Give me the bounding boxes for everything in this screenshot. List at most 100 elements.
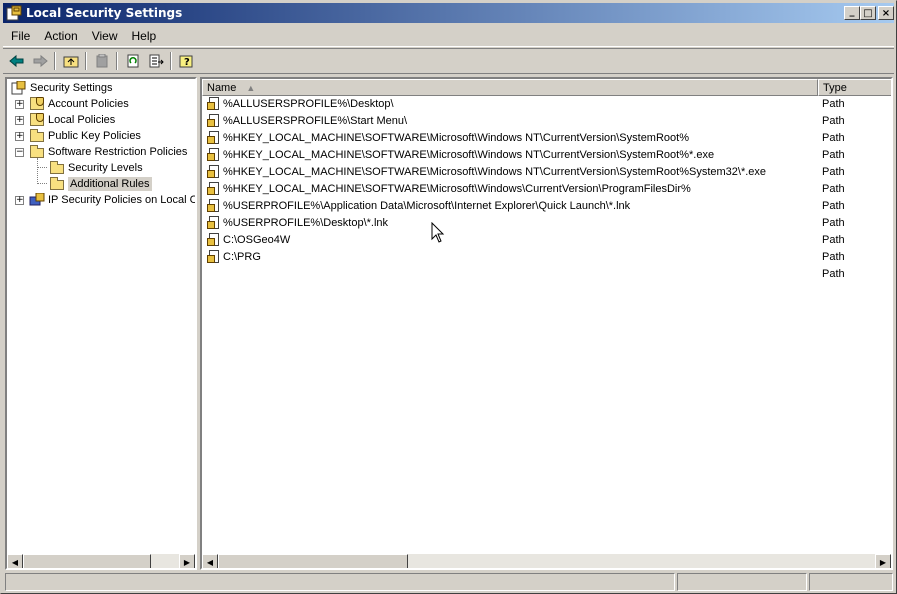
expand-ip-security-policies-icon[interactable]: + bbox=[15, 196, 24, 205]
table-row[interactable]: %ALLUSERSPROFILE%\Start Menu\ Path bbox=[202, 113, 891, 130]
column-header-type[interactable]: Type bbox=[818, 79, 891, 96]
rule-type: Path bbox=[822, 200, 845, 212]
up-folder-icon[interactable] bbox=[59, 50, 82, 72]
title-bar[interactable]: Local Security Settings _ □ × bbox=[3, 3, 894, 23]
tree-item-public-key-policies[interactable]: Public Key Policies bbox=[29, 128, 141, 144]
back-arrow-icon[interactable] bbox=[5, 50, 28, 72]
collapse-software-restriction-policies-icon[interactable]: − bbox=[15, 148, 24, 157]
tree-item-software-restriction-policies[interactable]: Software Restriction Policies bbox=[29, 144, 187, 160]
table-row[interactable]: %HKEY_LOCAL_MACHINE\SOFTWARE\Microsoft\W… bbox=[202, 181, 891, 198]
path-rule-icon bbox=[207, 97, 220, 112]
rule-type: Path bbox=[822, 115, 845, 127]
tree-item-security-levels[interactable]: Security Levels bbox=[49, 160, 143, 176]
toolbar-separator bbox=[116, 52, 118, 70]
rule-type: Path bbox=[822, 183, 845, 195]
tree-connector-line bbox=[37, 167, 47, 168]
rule-type: Path bbox=[822, 217, 845, 229]
tree-connector-line bbox=[37, 183, 47, 184]
tree-label: Security Levels bbox=[68, 162, 143, 174]
column-header-name[interactable]: Name ▲ bbox=[202, 79, 818, 96]
mouse-pointer-icon bbox=[431, 222, 445, 243]
rule-name: %ALLUSERSPROFILE%\Desktop\ bbox=[223, 98, 394, 110]
rule-type: Path bbox=[822, 268, 845, 280]
rule-name: %USERPROFILE%\Desktop\*.lnk bbox=[223, 217, 389, 229]
status-panel-2 bbox=[677, 573, 807, 591]
path-rule-icon bbox=[207, 114, 220, 129]
rule-name: %ALLUSERSPROFILE%\Start Menu\ bbox=[223, 115, 408, 127]
status-panel-main bbox=[5, 573, 675, 591]
refresh-icon[interactable] bbox=[121, 50, 144, 72]
tree-label: Additional Rules bbox=[68, 177, 152, 191]
table-row[interactable]: %HKEY_LOCAL_MACHINE\SOFTWARE\Microsoft\W… bbox=[202, 130, 891, 147]
tree-item-local-policies[interactable]: Local Policies bbox=[29, 112, 115, 128]
svg-text:?: ? bbox=[184, 57, 190, 68]
help-icon[interactable]: ? bbox=[175, 50, 198, 72]
table-row[interactable]: %HKEY_LOCAL_MACHINE\SOFTWARE\Microsoft\W… bbox=[202, 147, 891, 164]
tree-root-security-settings[interactable]: Security Settings bbox=[11, 80, 113, 96]
scroll-right-icon[interactable]: ▶ bbox=[875, 554, 891, 568]
menu-action[interactable]: Action bbox=[38, 29, 83, 43]
rule-type: Path bbox=[822, 149, 845, 161]
export-list-icon[interactable] bbox=[144, 50, 167, 72]
forward-arrow-icon[interactable] bbox=[28, 50, 51, 72]
expand-local-policies-icon[interactable]: + bbox=[15, 116, 24, 125]
tree-label: Public Key Policies bbox=[48, 130, 141, 142]
toolbar: ? bbox=[3, 48, 894, 74]
window-title: Local Security Settings bbox=[26, 6, 183, 20]
rule-name: %HKEY_LOCAL_MACHINE\SOFTWARE\Microsoft\W… bbox=[223, 132, 689, 144]
list-scroll-thumb[interactable] bbox=[218, 554, 408, 568]
folder-open-icon bbox=[49, 177, 65, 191]
security-settings-icon bbox=[11, 80, 27, 95]
scroll-left-icon[interactable]: ◀ bbox=[7, 554, 23, 568]
expand-public-key-policies-icon[interactable]: + bbox=[15, 132, 24, 141]
menu-bar: File Action View Help bbox=[3, 25, 894, 47]
rule-name: C:\OSGeo4W bbox=[223, 234, 291, 246]
menu-file[interactable]: File bbox=[5, 29, 36, 43]
list-horizontal-scrollbar[interactable]: ◀ ▶ bbox=[202, 554, 891, 568]
minimize-button[interactable]: _ bbox=[844, 6, 860, 20]
table-row[interactable]: %ALLUSERSPROFILE%\Desktop\ Path bbox=[202, 96, 891, 113]
security-settings-app-icon bbox=[6, 5, 22, 21]
table-row[interactable]: C:\PRG Path bbox=[202, 249, 891, 266]
scroll-right-icon[interactable]: ▶ bbox=[179, 554, 195, 568]
status-bar bbox=[3, 573, 894, 592]
tree-scroll-thumb[interactable] bbox=[23, 554, 151, 568]
rule-type: Path bbox=[822, 132, 845, 144]
table-row[interactable]: C:\OSGeo4W Path bbox=[202, 232, 891, 249]
console-tree[interactable]: Security Settings + Account Policies + L… bbox=[5, 77, 197, 570]
tree-connector-line bbox=[37, 158, 38, 184]
maximize-button[interactable]: □ bbox=[860, 6, 876, 20]
close-button[interactable]: × bbox=[878, 6, 894, 20]
toolbar-separator bbox=[170, 52, 172, 70]
tree-label: IP Security Policies on Local Co bbox=[48, 194, 197, 206]
application-window: Local Security Settings _ □ × File Actio… bbox=[0, 0, 897, 594]
network-policy-icon bbox=[29, 192, 45, 207]
scroll-left-icon[interactable]: ◀ bbox=[202, 554, 218, 568]
tree-label: Software Restriction Policies bbox=[48, 146, 188, 158]
toolbar-separator bbox=[54, 52, 56, 70]
folder-open-icon bbox=[29, 145, 45, 159]
table-row[interactable]: %USERPROFILE%\Application Data\Microsoft… bbox=[202, 198, 891, 215]
path-rule-icon bbox=[207, 233, 220, 248]
table-row[interactable]: %HKEY_LOCAL_MACHINE\SOFTWARE\Microsoft\W… bbox=[202, 164, 891, 181]
tree-horizontal-scrollbar[interactable]: ◀ ▶ bbox=[7, 554, 195, 568]
table-row[interactable]: %USERPROFILE%\Desktop\*.lnk Path bbox=[202, 215, 891, 232]
menu-view[interactable]: View bbox=[86, 29, 124, 43]
delete-icon[interactable] bbox=[90, 50, 113, 72]
tree-item-additional-rules[interactable]: Additional Rules bbox=[49, 176, 152, 192]
menu-help[interactable]: Help bbox=[126, 29, 163, 43]
folder-shield-icon bbox=[29, 97, 45, 111]
table-row[interactable]: Path bbox=[202, 266, 891, 283]
folder-icon bbox=[29, 129, 45, 143]
toolbar-separator bbox=[85, 52, 87, 70]
path-rule-icon bbox=[207, 131, 220, 146]
rule-name: C:\PRG bbox=[223, 251, 261, 263]
rule-type: Path bbox=[822, 98, 845, 110]
maximize-icon: □ bbox=[863, 7, 873, 19]
tree-item-ip-security-policies[interactable]: IP Security Policies on Local Co bbox=[29, 192, 197, 208]
expand-account-policies-icon[interactable]: + bbox=[15, 100, 24, 109]
results-list[interactable]: Name ▲ Type %ALLUSERSPROFILE%\Desktop\ Pa… bbox=[200, 77, 893, 570]
minimize-icon: _ bbox=[849, 5, 855, 17]
rule-type: Path bbox=[822, 251, 845, 263]
tree-item-account-policies[interactable]: Account Policies bbox=[29, 96, 129, 112]
